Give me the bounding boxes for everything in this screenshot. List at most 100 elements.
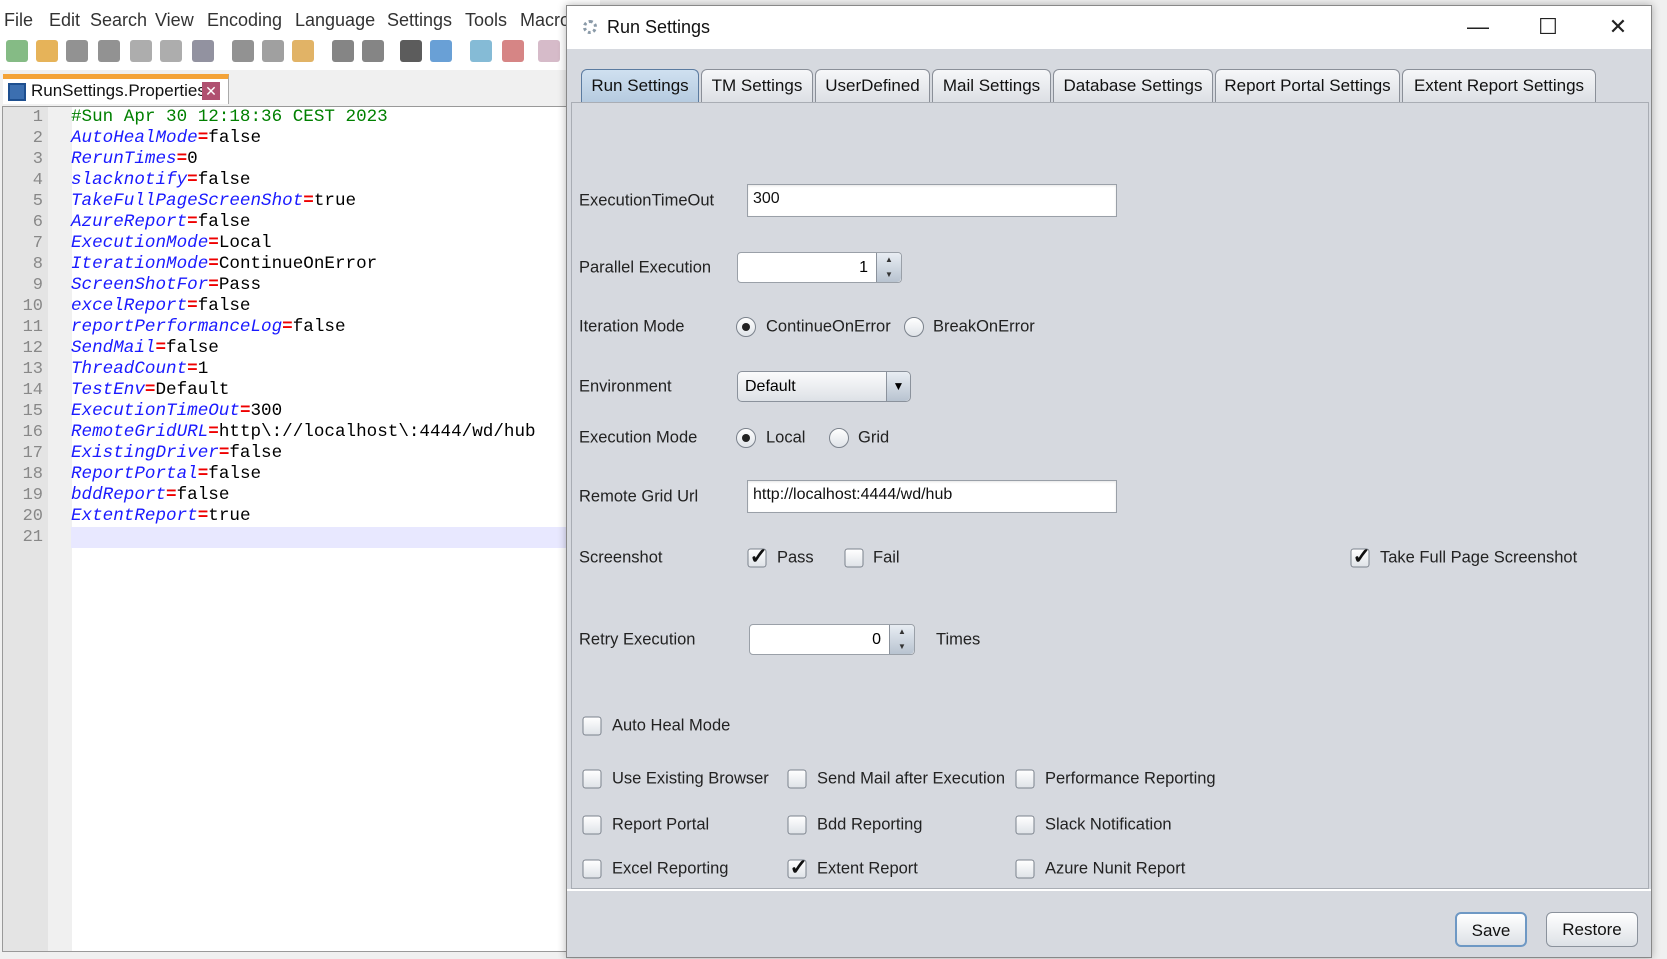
full-page-screenshot-checkbox[interactable] (1350, 544, 1371, 570)
property-line: ExtentReport=true (71, 506, 251, 526)
maximize-button[interactable]: ☐ (1528, 14, 1568, 42)
excel-reporting-checkbox[interactable] (582, 859, 602, 879)
property-line: ExecutionTimeOut=300 (71, 401, 282, 421)
menu-settings[interactable]: Settings (387, 10, 452, 31)
save-icon[interactable] (66, 40, 88, 62)
menu-file[interactable]: File (4, 10, 33, 31)
use-existing-browser-checkbox[interactable] (582, 769, 602, 789)
decrement-icon[interactable]: ▼ (890, 640, 914, 655)
undo-icon[interactable] (332, 40, 354, 62)
line-number: 9 (32, 276, 43, 295)
property-value: false (166, 338, 219, 358)
remote-grid-url-input[interactable]: http://localhost:4444/wd/hub (747, 480, 1117, 513)
close-all-icon[interactable] (160, 40, 182, 62)
menu-encoding[interactable]: Encoding (207, 10, 282, 31)
excel-reporting-label: Excel Reporting (612, 859, 729, 878)
dialog-title: Run Settings (607, 17, 711, 37)
sync-icon[interactable] (538, 40, 560, 62)
line-number: 11 (22, 318, 43, 337)
equals-sign: = (187, 296, 198, 316)
paste-icon[interactable] (292, 40, 314, 62)
retry-execution-spinner-value: 0 (872, 630, 881, 648)
continue-on-error-radio[interactable] (736, 317, 756, 337)
execution-timeout-input[interactable]: 300 (747, 184, 1117, 217)
chevron-down-icon[interactable]: ▼ (886, 372, 910, 401)
property-line: IterationMode=ContinueOnError (71, 254, 377, 274)
property-key: SendMail (71, 338, 156, 358)
tab-mail-settings[interactable]: Mail Settings (932, 69, 1051, 102)
open-file-icon[interactable] (36, 40, 58, 62)
menu-tools[interactable]: Tools (465, 10, 507, 31)
property-key: ScreenShotFor (71, 275, 209, 295)
property-value: http\://localhost\:4444/wd/hub (218, 422, 536, 442)
replace-icon[interactable] (430, 40, 452, 62)
local-radio[interactable] (736, 428, 756, 448)
zoom-out-icon[interactable] (502, 40, 524, 62)
environment-dropdown[interactable]: Default ▼ (737, 371, 911, 402)
extent-report-checkbox[interactable] (787, 855, 808, 881)
tab-run-settings[interactable]: Run Settings (581, 69, 699, 102)
increment-icon[interactable]: ▲ (890, 625, 914, 640)
property-value: Pass (218, 275, 262, 295)
increment-icon[interactable]: ▲ (877, 253, 901, 268)
property-value: 300 (250, 401, 283, 421)
close-icon[interactable] (130, 40, 152, 62)
line-number: 16 (22, 423, 43, 442)
slack-notification-checkbox[interactable] (1015, 815, 1035, 835)
find-icon[interactable] (400, 40, 422, 62)
property-line: ThreadCount=1 (71, 359, 208, 379)
bdd-reporting-checkbox[interactable] (787, 815, 807, 835)
equals-sign: = (208, 275, 219, 295)
menu-search[interactable]: Search (90, 10, 147, 31)
menu-view[interactable]: View (155, 10, 194, 31)
tab-extent-report-settings[interactable]: Extent Report Settings (1402, 69, 1596, 102)
parallel-execution-spinner[interactable]: 1 ▲ ▼ (737, 252, 902, 283)
screenshot-pass-checkbox[interactable] (747, 544, 768, 570)
grid-radio[interactable] (829, 428, 849, 448)
break-on-error-radio[interactable] (904, 317, 924, 337)
property-line: TakeFullPageScreenShot=true (71, 191, 356, 211)
property-line: excelReport=false (71, 296, 251, 316)
property-value: false (197, 212, 251, 232)
property-line: slacknotify=false (71, 170, 251, 190)
screenshot-fail-checkbox[interactable] (844, 548, 864, 568)
performance-reporting-checkbox[interactable] (1015, 769, 1035, 789)
tab-report-portal-settings[interactable]: Report Portal Settings (1215, 69, 1400, 102)
property-key: TakeFullPageScreenShot (71, 191, 304, 211)
copy-icon[interactable] (262, 40, 284, 62)
file-tab[interactable]: RunSettings.Properties ✕ (3, 74, 229, 104)
azure-nunit-report-label: Azure Nunit Report (1045, 859, 1186, 878)
title-bar: Run Settings — ☐ ✕ (567, 6, 1651, 49)
azure-nunit-report-checkbox[interactable] (1015, 859, 1035, 879)
restore-button[interactable]: Restore (1546, 912, 1638, 947)
close-button[interactable]: ✕ (1598, 14, 1638, 42)
retry-execution-spinner[interactable]: 0 ▲ ▼ (749, 624, 915, 655)
new-file-icon[interactable] (6, 40, 28, 62)
parallel-execution-spinner-value: 1 (859, 258, 868, 276)
menu-language[interactable]: Language (295, 10, 375, 31)
tab-database-settings[interactable]: Database Settings (1053, 69, 1213, 102)
redo-icon[interactable] (362, 40, 384, 62)
cut-icon[interactable] (232, 40, 254, 62)
print-icon[interactable] (192, 40, 214, 62)
parallel-execution-label: Parallel Execution (579, 258, 712, 277)
report-portal-label: Report Portal (612, 815, 710, 834)
grid-label: Grid (858, 428, 890, 447)
tab-userdefined[interactable]: UserDefined (815, 69, 930, 102)
minimize-button[interactable]: — (1458, 14, 1498, 42)
menu-macro[interactable]: Macro (520, 10, 570, 31)
auto-heal-mode-checkbox[interactable] (582, 716, 602, 736)
report-portal-checkbox[interactable] (582, 815, 602, 835)
decrement-icon[interactable]: ▼ (877, 268, 901, 283)
property-key: RemoteGridURL (71, 422, 209, 442)
close-tab-icon[interactable]: ✕ (202, 82, 220, 100)
menu-edit[interactable]: Edit (49, 10, 80, 31)
save-button[interactable]: Save (1455, 912, 1527, 947)
equals-sign: = (218, 443, 230, 463)
send-mail-after-execution-checkbox[interactable] (787, 769, 807, 789)
save-all-icon[interactable] (98, 40, 120, 62)
equals-sign: = (208, 233, 219, 253)
zoom-in-icon[interactable] (470, 40, 492, 62)
tab-tm-settings[interactable]: TM Settings (701, 69, 813, 102)
editor[interactable]: 1 2 3 4 5 6 7 8 9 10 11 12 13 14 15 16 17 18 19 20 21 #Sun Ap… (2, 106, 611, 952)
